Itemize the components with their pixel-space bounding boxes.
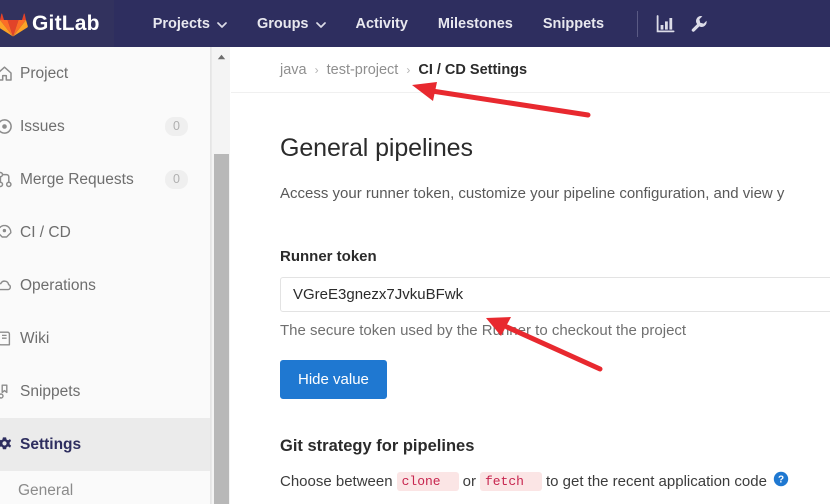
git-strategy-text-middle: or [462,472,476,490]
chevron-down-icon [217,16,227,32]
top-navbar: GitLab Projects Groups Activity Mileston… [0,0,830,47]
issues-count-badge: 0 [165,117,188,136]
sidebar-item-operations[interactable]: Operations [0,259,210,312]
cloud-gear-icon [0,277,17,294]
git-strategy-text-before: Choose between [280,472,393,490]
gear-icon [0,436,17,453]
sidebar-item-wiki[interactable]: Wiki [0,312,210,365]
sidebar-item-operations-label: Operations [20,276,96,294]
admin-tools-button[interactable] [682,0,716,47]
breadcrumb-item-group[interactable]: java [280,62,307,78]
git-strategy-description: Choose between clone or fetch to get the… [280,471,830,491]
merge-requests-count-badge: 0 [165,170,188,189]
nav-item-projects[interactable]: Projects [138,0,242,47]
scroll-up-button[interactable] [212,47,230,64]
breadcrumb-separator: › [314,62,319,77]
wrench-icon [690,15,708,33]
runner-token-input[interactable] [280,277,830,312]
sidebar-item-project-label: Project [20,64,69,82]
svg-text:?: ? [778,475,784,486]
git-strategy-title: Git strategy for pipelines [280,437,475,455]
sidebar-item-merge-requests-label: Merge Requests [20,170,134,188]
page-title: General pipelines [280,134,473,162]
rocket-icon [0,224,17,241]
gitlab-brand[interactable]: GitLab [0,0,114,47]
breadcrumb-separator: › [406,62,411,77]
sidebar-item-ci-cd[interactable]: CI / CD [0,206,210,259]
sidebar-subitem-general-label: General [18,482,74,499]
navbar-divider [637,10,639,37]
runner-token-help-text: The secure token used by the Runner to c… [280,322,687,339]
settings-content: General pipelines Access your runner tok… [231,134,830,491]
issues-icon [0,118,17,135]
snippet-icon [0,383,17,400]
chevron-down-icon [315,16,326,32]
sidebar-item-issues[interactable]: Issues 0 [0,100,210,153]
nav-item-projects-label: Projects [152,15,210,32]
sidebar-item-wiki-label: Wiki [20,329,50,347]
git-strategy-text-after: to get the recent application code [545,472,767,490]
code-fetch: fetch [479,471,542,491]
sidebar-item-ci-cd-label: CI / CD [20,223,71,241]
analytics-button[interactable] [648,0,682,47]
sidebar-item-snippets-label: Snippets [20,382,81,400]
sidebar-item-issues-label: Issues [20,117,65,135]
breadcrumb: java › test-project › CI / CD Settings [231,47,830,93]
home-icon [0,65,17,82]
sidebar-item-merge-requests[interactable]: Merge Requests 0 [0,153,210,206]
hide-value-button[interactable]: Hide value [280,360,387,399]
gitlab-fox-logo [0,9,28,39]
question-circle-icon[interactable]: ? [773,471,789,491]
page-description: Access your runner token, customize your… [280,185,785,202]
nav-item-snippets[interactable]: Snippets [528,0,619,47]
caret-up-icon [217,47,226,65]
nav-item-activity[interactable]: Activity [341,0,423,47]
runner-token-label: Runner token [280,248,377,265]
gitlab-ci-cd-settings-page: GitLab Projects Groups Activity Mileston… [0,0,830,504]
merge-request-icon [0,171,17,188]
project-sidebar: Project Issues 0 Merge Requests 0 CI / C… [0,47,211,504]
sidebar-item-settings-label: Settings [20,435,82,453]
chart-bar-icon [656,14,675,33]
sidebar-item-snippets[interactable]: Snippets [0,365,210,418]
sidebar-subitem-general[interactable]: General [0,471,210,504]
sidebar-item-settings[interactable]: Settings [0,418,210,471]
sidebar-scrollbar-thumb[interactable] [214,154,229,504]
breadcrumb-current-page: CI / CD Settings [418,61,528,78]
book-icon [0,330,17,347]
breadcrumb-item-project[interactable]: test-project [327,62,399,78]
sidebar-item-project[interactable]: Project [0,47,210,100]
main-content: java › test-project › CI / CD Settings G… [231,47,830,504]
code-clone: clone [396,471,459,491]
nav-item-groups-label: Groups [256,15,309,32]
sidebar-scrollbar-track[interactable] [211,47,230,504]
brand-name-label: GitLab [32,11,100,35]
nav-item-milestones[interactable]: Milestones [423,0,528,47]
navbar-menu: Projects Groups Activity Milestones Snip… [138,0,716,47]
nav-item-groups[interactable]: Groups [242,0,341,47]
